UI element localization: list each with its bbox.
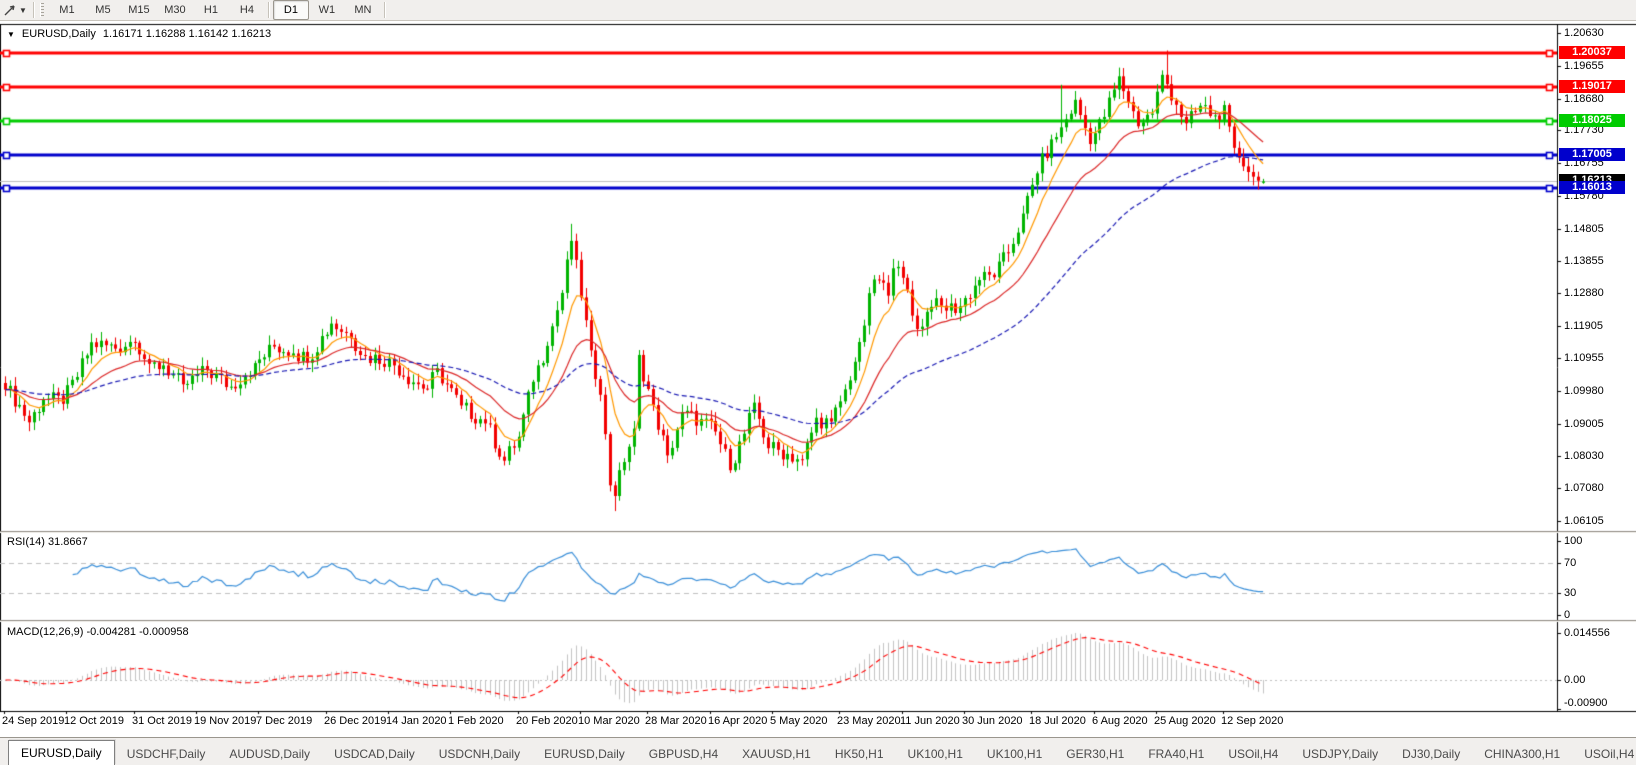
tab-gbpusd-h4[interactable]: GBPUSD,H4 (637, 744, 730, 765)
tab-fra40-h1[interactable]: FRA40,H1 (1136, 744, 1216, 765)
tab-usdcnh-daily[interactable]: USDCNH,Daily (427, 744, 532, 765)
tab-hk50-h1[interactable]: HK50,H1 (823, 744, 896, 765)
timeframe-button-d1[interactable]: D1 (272, 0, 309, 20)
timeframe-button-h4[interactable]: H4 (229, 0, 265, 20)
tab-usoil-h4[interactable]: USOil,H4 (1572, 744, 1636, 765)
chart-canvas[interactable] (0, 21, 1636, 737)
timeframe-button-h1[interactable]: H1 (193, 0, 229, 20)
tab-eurusd-daily[interactable]: EURUSD,Daily (8, 740, 115, 765)
timeframe-button-m1[interactable]: M1 (49, 0, 85, 20)
timeframe-button-m15[interactable]: M15 (121, 0, 157, 20)
tab-uk100-h1[interactable]: UK100,H1 (896, 744, 975, 765)
tab-ger30-h1[interactable]: GER30,H1 (1054, 744, 1136, 765)
tab-xauusd-h1[interactable]: XAUUSD,H1 (730, 744, 823, 765)
tab-usdchf-daily[interactable]: USDCHF,Daily (115, 744, 218, 765)
timeframe-button-w1[interactable]: W1 (309, 0, 345, 20)
timeframe-button-m30[interactable]: M30 (157, 0, 193, 20)
chart-tab-bar: EURUSD,Daily USDCHF,Daily AUDUSD,Daily USDC… (0, 737, 1636, 765)
tab-china300-h1[interactable]: CHINA300,H1 (1472, 744, 1572, 765)
chevron-down-icon: ▼ (19, 5, 27, 15)
toolbar-grip[interactable] (39, 3, 44, 17)
tab-dj30-daily[interactable]: DJ30,Daily (1390, 744, 1472, 765)
timeframe-button-m5[interactable]: M5 (85, 0, 121, 20)
crosshair-cursor-icon (4, 5, 15, 16)
toolbar-separator (383, 2, 386, 18)
toolbar-separator (267, 2, 270, 18)
tab-eurusd-daily[interactable]: EURUSD,Daily (532, 744, 637, 765)
cursor-tool-button[interactable]: ▼ (0, 1, 30, 19)
timeframe-button-mn[interactable]: MN (345, 0, 381, 20)
tab-usdjpy-daily[interactable]: USDJPY,Daily (1290, 744, 1390, 765)
timeframe-button-group: M1 M5 M15 M30 H1 H4 D1 W1 MN (49, 0, 389, 20)
tab-usdcad-daily[interactable]: USDCAD,Daily (322, 744, 427, 765)
toolbar-separator (32, 2, 35, 18)
toolbar: ▼ M1 M5 M15 M30 H1 H4 D1 W1 MN (0, 0, 1636, 21)
tab-usoil-h4[interactable]: USOil,H4 (1216, 744, 1290, 765)
tab-audusd-daily[interactable]: AUDUSD,Daily (217, 744, 322, 765)
tab-uk100-h1[interactable]: UK100,H1 (975, 744, 1054, 765)
